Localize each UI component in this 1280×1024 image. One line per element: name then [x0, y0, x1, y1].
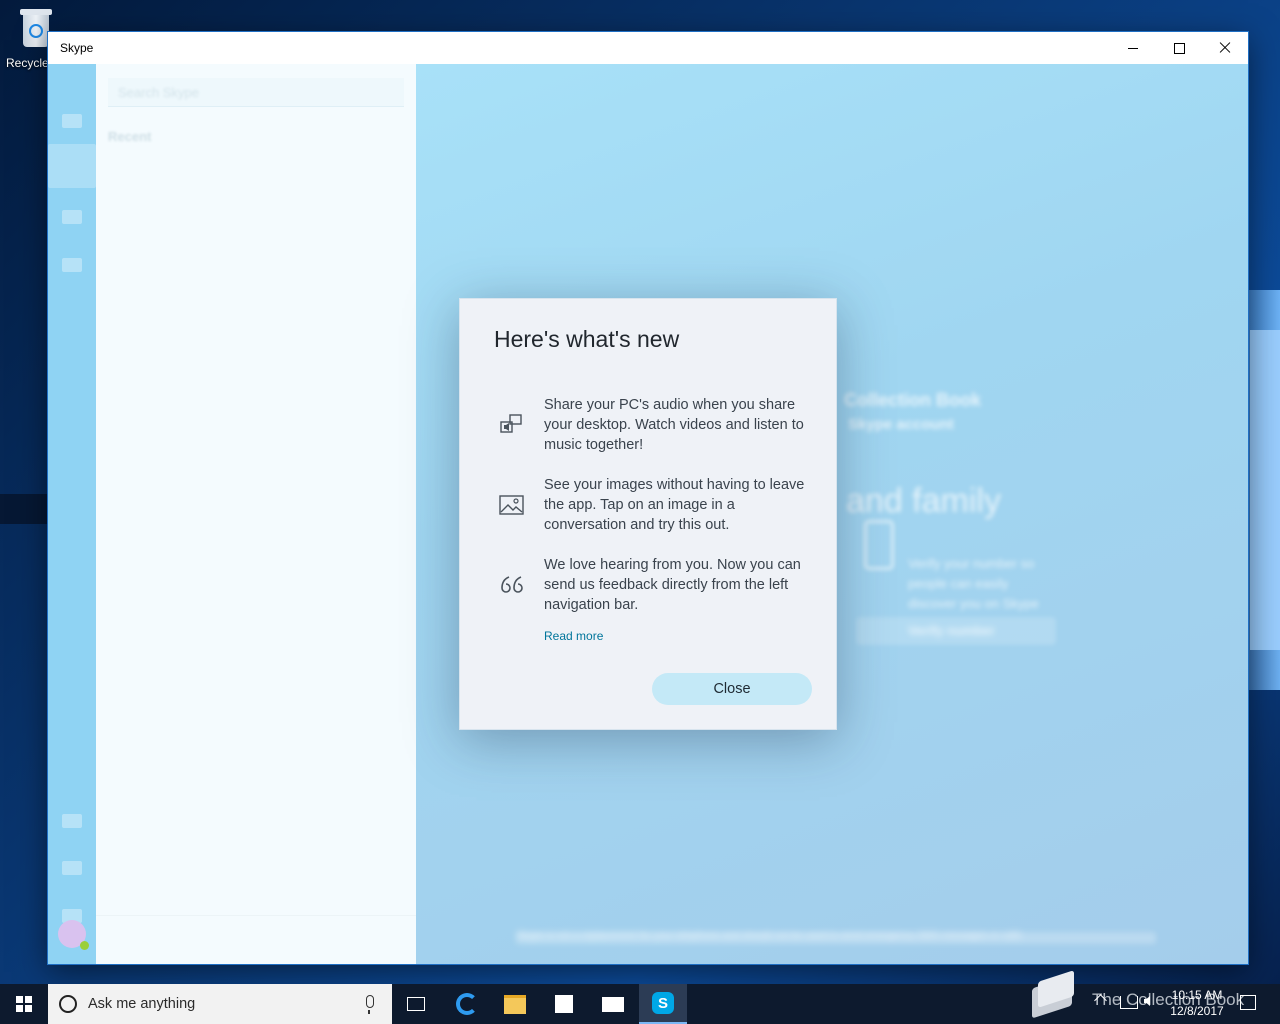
store-button[interactable] — [540, 984, 588, 1024]
main-heading: and family — [846, 482, 1001, 520]
verify-text-2: people can easily — [908, 576, 1009, 591]
account-name: Collection Book — [844, 390, 982, 410]
edge-button[interactable] — [443, 984, 491, 1024]
account-type: Skype account — [848, 416, 954, 433]
clock[interactable]: 10:15 AM 12/8/2017 — [1166, 987, 1228, 1019]
wallpaper-band — [0, 494, 48, 524]
action-center-icon[interactable] — [1240, 995, 1256, 1010]
skype-icon: S — [652, 992, 674, 1014]
screen-share-audio-icon — [500, 414, 522, 433]
verify-number-button[interactable]: Verify number — [856, 617, 1056, 645]
taskbar: Ask me anything S The Collection Book 10… — [0, 970, 1280, 1024]
emergency-note-text: Skype is not a replacement for your tele… — [516, 930, 1022, 941]
maximize-button[interactable] — [1156, 32, 1202, 64]
taskbar-search-placeholder: Ask me anything — [88, 996, 196, 1012]
task-view-button[interactable] — [392, 984, 440, 1024]
nav-chats-icon[interactable] — [48, 144, 96, 188]
nav-feedback-icon[interactable] — [62, 814, 82, 828]
close-button[interactable]: Close — [652, 673, 812, 705]
dialog-title: Here's what's new — [494, 326, 680, 352]
window-title: Skype — [60, 41, 94, 55]
task-view-icon — [407, 997, 425, 1011]
maximize-icon — [1173, 42, 1185, 54]
network-icon[interactable] — [1120, 996, 1138, 1009]
clock-date: 12/8/2017 — [1170, 1004, 1224, 1018]
quote-feedback-icon — [501, 576, 523, 593]
menu-icon[interactable] — [62, 114, 82, 128]
avatar[interactable] — [58, 920, 89, 950]
nav-calls-icon[interactable] — [62, 210, 82, 224]
close-icon — [1219, 42, 1231, 54]
nav-help-icon[interactable] — [62, 861, 82, 875]
recent-header: Recent — [108, 129, 152, 144]
sidebar-footer — [96, 915, 416, 964]
verify-text-3: discover you on Skype — [908, 596, 1039, 611]
windows-logo-icon — [16, 996, 32, 1012]
phone-icon — [864, 520, 894, 570]
book-logo-icon — [1030, 970, 1078, 1019]
search-input[interactable]: Search Skype — [108, 78, 404, 107]
verify-number-label: Verify number — [908, 623, 995, 638]
mail-button[interactable] — [589, 984, 637, 1024]
emergency-note: Skype is not a replacement for your tele… — [516, 930, 1156, 944]
edge-icon — [456, 993, 478, 1015]
minimize-icon — [1128, 47, 1138, 49]
feature-text: Share your PC's audio when you share you… — [544, 397, 804, 453]
wallpaper-window-shape — [1250, 330, 1280, 650]
minimize-button[interactable] — [1110, 32, 1156, 64]
cortana-icon — [59, 995, 77, 1013]
start-button[interactable] — [0, 984, 48, 1024]
nav-contacts-icon[interactable] — [62, 258, 82, 272]
taskbar-search-input[interactable]: Ask me anything — [48, 984, 392, 1024]
skype-taskbar-button[interactable]: S — [639, 984, 687, 1024]
microphone-icon[interactable] — [366, 995, 374, 1014]
sidebar: Search Skype Recent — [96, 64, 416, 964]
feature-text: See your images without having to leave … — [544, 477, 805, 533]
search-placeholder: Search Skype — [118, 85, 199, 100]
folder-icon — [504, 994, 526, 1014]
whats-new-dialog: Here's what's new Share your PC's audio … — [459, 298, 837, 730]
close-window-button[interactable] — [1202, 32, 1248, 64]
feature-text: We love hearing from you. Now you can se… — [544, 557, 801, 613]
image-icon — [499, 495, 524, 515]
mail-icon — [602, 996, 624, 1012]
read-more-link[interactable]: Read more — [544, 629, 603, 643]
nav-rail — [48, 64, 96, 964]
title-bar[interactable]: Skype — [48, 32, 1248, 64]
verify-text-1: Verify your number so — [908, 556, 1035, 571]
store-icon — [555, 995, 573, 1013]
clock-time: 10:15 AM — [1171, 988, 1223, 1002]
file-explorer-button[interactable] — [491, 984, 539, 1024]
